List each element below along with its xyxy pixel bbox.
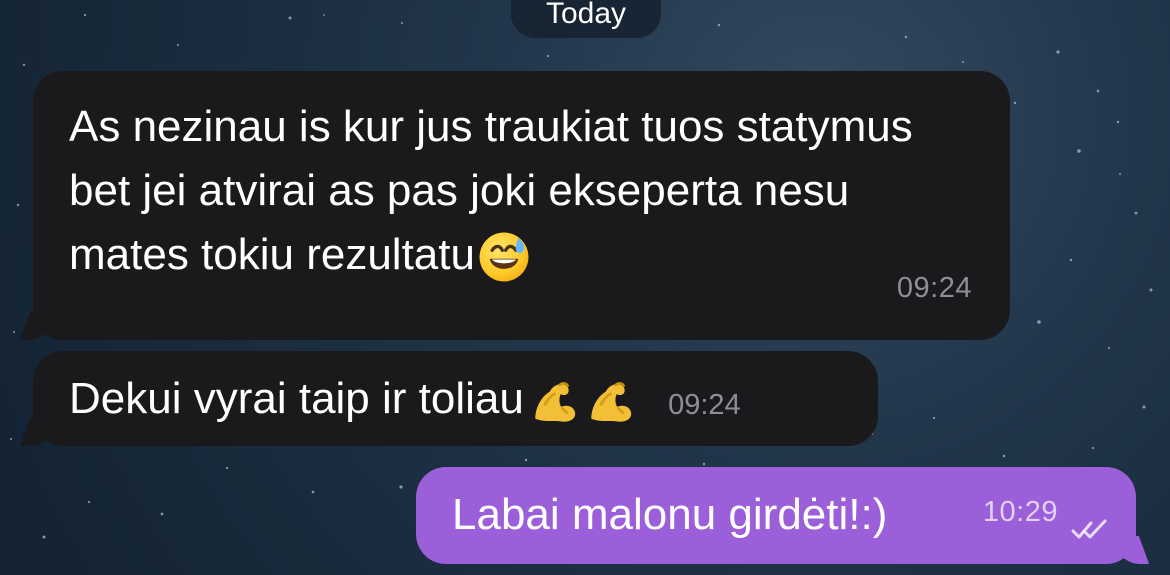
- message-text: Labai malonu girdėti!:): [452, 490, 888, 539]
- bubble-tail: [19, 312, 59, 340]
- grinning-face-with-sweat-icon: [477, 230, 531, 284]
- bubble-tail: [1110, 536, 1150, 564]
- message-time: 10:29: [982, 496, 1058, 528]
- message-time: 09:24: [896, 272, 972, 304]
- bubble-tail: [19, 418, 59, 446]
- message-bubble-incoming[interactable]: As nezinau is kur jus traukiat tuos stat…: [19, 71, 1010, 340]
- double-check-icon: [1071, 519, 1107, 539]
- chat-view: Today As nezinau is kur jus traukiat tuo…: [0, 0, 1170, 575]
- message-time: 09:24: [668, 389, 741, 422]
- message-bubble-outgoing[interactable]: Labai malonu girdėti!:) 10:29: [416, 467, 1150, 564]
- date-separator: Today: [511, 0, 661, 38]
- flexed-biceps-icon: [526, 374, 580, 428]
- message-bubble-incoming[interactable]: Dekui vyrai taip ir toliau 09:24: [19, 351, 878, 446]
- message-text: Dekui vyrai taip ir toliau: [69, 374, 524, 423]
- flexed-biceps-icon: [582, 374, 636, 428]
